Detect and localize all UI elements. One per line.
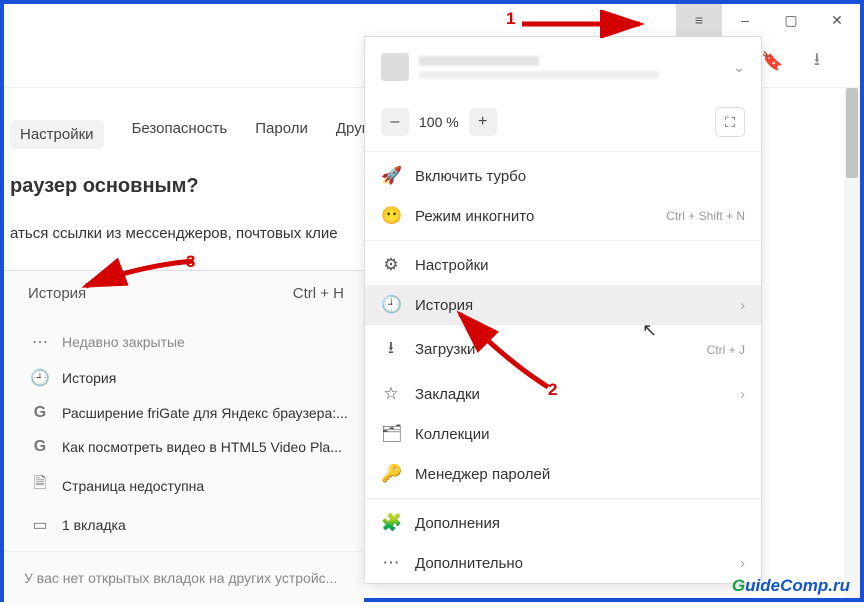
google-icon: G [30,438,50,456]
profile-section[interactable]: ⌄ [365,37,761,97]
tabs-icon: ▭ [30,515,50,535]
tab-settings[interactable]: Настройки [10,120,104,149]
page-subtext: аться ссылки из мессенджеров, почтовых к… [10,225,338,242]
side-panel-header: История Ctrl + H [4,271,364,316]
chevron-right-icon: › [740,386,745,403]
history-entry[interactable]: G Расширение friGate для Яндекс браузера:… [24,396,364,430]
menu-downloads[interactable]: ⭳ Загрузки Ctrl + J [365,325,761,374]
list-item-label: 1 вкладка [62,517,126,533]
menu-item-label: Дополнительно [415,555,523,572]
list-item-label: Как посмотреть видео в HTML5 Video Pla..… [62,439,342,455]
more-icon: ⋯ [381,553,401,573]
shortcut-label: Ctrl + Shift + N [666,209,745,223]
side-panel-shortcut: Ctrl + H [293,285,344,302]
list-item-label: Страница недоступна [62,478,204,494]
settings-tabs: Настройки Безопасность Пароли Другие у [4,110,402,159]
menu-turbo[interactable]: 🚀 Включить турбо [365,156,761,196]
scrollbar-thumb[interactable] [846,88,858,178]
history-entry[interactable]: 🗎 Страница недоступна [24,464,364,507]
list-item-label: Недавно закрытые [62,334,185,350]
maximize-button[interactable]: ▢ [768,4,814,36]
tab-passwords[interactable]: Пароли [255,120,308,149]
download-icon[interactable]: ⭳ [814,47,820,77]
watermark-g: G [732,576,745,595]
menu-password-manager[interactable]: 🔑 Менеджер паролей [365,454,761,494]
clock-icon: 🕘 [30,368,50,388]
page-heading: раузер основным? [10,175,199,198]
menu-collections[interactable]: 🗂 Коллекции [365,414,761,454]
menu-item-label: История [415,297,473,314]
google-icon: G [30,404,50,422]
divider [365,240,761,241]
page-icon: 🗎 [30,472,50,499]
bookmark-icon[interactable]: 🔖 [761,51,783,72]
zoom-out-button[interactable]: – [381,108,409,136]
chevron-right-icon: › [740,555,745,572]
minimize-icon: – [741,12,749,28]
menu-more[interactable]: ⋯ Дополнительно › [365,543,761,583]
menu-item-label: Коллекции [415,426,490,443]
avatar [381,53,409,81]
fullscreen-button[interactable]: ⛶ [715,107,745,137]
close-button[interactable]: ✕ [814,4,860,36]
zoom-value: 100 % [419,114,459,130]
menu-item-label: Закладки [415,386,480,403]
menu-item-label: Включить турбо [415,168,526,185]
recently-closed-item[interactable]: ⋯ Недавно закрытые [24,324,364,360]
window-titlebar: ≡ – ▢ ✕ [4,4,860,36]
key-icon: 🔑 [381,464,401,484]
minus-icon: – [391,113,400,131]
tab-group-item[interactable]: ▭ 1 вкладка [24,507,364,543]
clock-icon: 🕘 [381,295,401,315]
zoom-in-button[interactable]: + [469,108,497,136]
main-menu-popup: ⌄ – 100 % + ⛶ 🚀 Включить турбо 😶 Режим инк… [364,36,762,584]
menu-item-label: Менеджер паролей [415,466,550,483]
menu-item-label: Дополнения [415,515,500,532]
puzzle-icon: 🧩 [381,513,401,533]
tab-security[interactable]: Безопасность [132,120,228,149]
menu-history[interactable]: 🕘 История › [365,285,761,325]
plus-icon: + [478,113,487,131]
menu-item-label: Режим инкогнито [415,208,534,225]
hamburger-menu-button[interactable]: ≡ [676,4,722,36]
history-item[interactable]: 🕘 История [24,360,364,396]
divider [365,498,761,499]
menu-item-label: Настройки [415,257,489,274]
divider [365,151,761,152]
menu-bookmarks[interactable]: ☆ Закладки › [365,374,761,414]
history-side-panel: История Ctrl + H ⋯ Недавно закрытые 🕘 Исто… [4,270,364,604]
chevron-right-icon: › [740,297,745,314]
profile-text [419,56,659,79]
close-icon: ✕ [831,12,843,29]
watermark-text: uideComp.ru [745,576,850,595]
zoom-controls: – 100 % + ⛶ [365,97,761,147]
watermark: GuideComp.ru [732,576,850,596]
maximize-icon: ▢ [784,12,797,29]
menu-settings[interactable]: ⚙ Настройки [365,245,761,285]
collections-icon: 🗂 [381,424,401,444]
menu-addons[interactable]: 🧩 Дополнения [365,503,761,543]
side-panel-title: История [28,285,86,302]
vertical-scrollbar[interactable] [844,88,860,598]
list-item-label: Расширение friGate для Яндекс браузера:.… [62,405,348,421]
incognito-icon: 😶 [381,206,401,226]
star-icon: ☆ [381,384,401,404]
hamburger-icon: ≡ [695,12,703,28]
download-icon: ⭳ [381,335,401,364]
gear-icon: ⚙ [381,255,401,275]
shortcut-label: Ctrl + J [707,343,745,357]
history-entry[interactable]: G Как посмотреть видео в HTML5 Video Pla.… [24,430,364,464]
rocket-icon: 🚀 [381,166,401,186]
menu-incognito[interactable]: 😶 Режим инкогнито Ctrl + Shift + N [365,196,761,236]
fullscreen-icon: ⛶ [725,114,735,131]
list-item-label: История [62,370,116,386]
minimize-button[interactable]: – [722,4,768,36]
menu-item-label: Загрузки [415,341,475,358]
chevron-down-icon: ⌄ [733,59,745,76]
recent-icon: ⋯ [30,332,50,352]
side-panel-footer: У вас нет открытых вкладок на других уст… [4,551,364,604]
